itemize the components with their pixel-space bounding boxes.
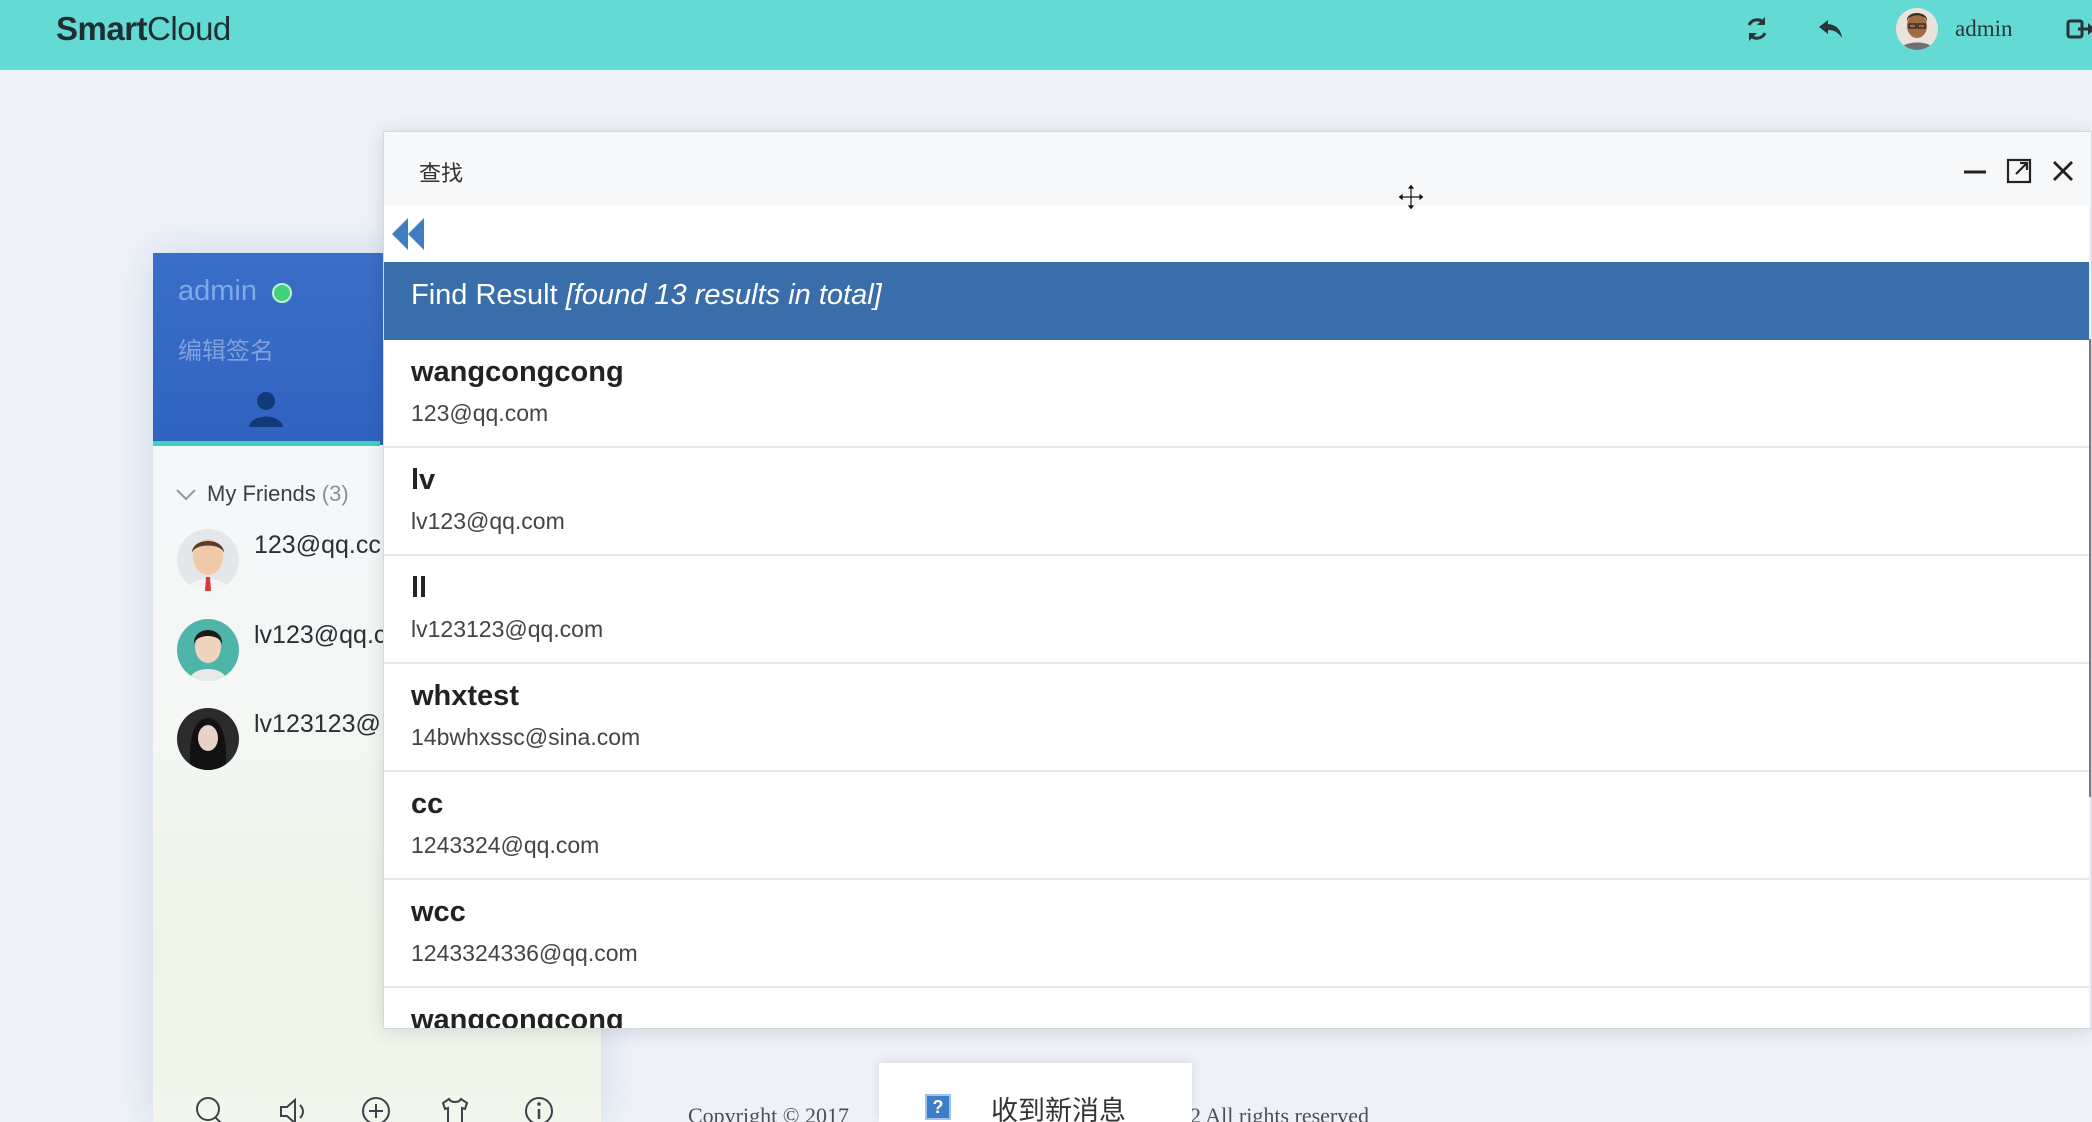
group-name: My Friends [207, 481, 316, 506]
result-name: cc [411, 788, 444, 820]
find-window: 查找 Find Result [found 13 results in tota… [383, 131, 2092, 1029]
result-name: whxtest [411, 680, 519, 712]
result-item[interactable]: wangcongcong 123@qq.com [384, 340, 2089, 448]
friend-avatar [177, 708, 239, 770]
logo-light-text: Cloud [147, 10, 231, 47]
result-email: 123@qq.com [411, 400, 549, 426]
friend-name: 123@qq.cc [254, 531, 381, 559]
result-email: 1243324336@qq.com [411, 940, 638, 966]
result-item[interactable]: whxtest 14bwhxssc@sina.com [384, 664, 2089, 772]
find-result-header: Find Result [found 13 results in total] [384, 262, 2089, 340]
find-result-list: wangcongcong 123@qq.com lv lv123@qq.com … [384, 340, 2089, 1029]
info-icon[interactable] [523, 1095, 555, 1122]
result-name: wangcongcong [411, 1004, 624, 1029]
result-email: 1243324@qq.com [411, 832, 600, 858]
panel-toolbar [153, 1095, 601, 1122]
active-tab-indicator [153, 441, 380, 446]
skin-icon[interactable] [439, 1095, 471, 1122]
logo-bold-text: Smart [56, 10, 148, 47]
friend-avatar [177, 619, 239, 681]
search-icon[interactable] [193, 1095, 225, 1122]
result-email: lv123123@qq.com [411, 616, 604, 642]
find-result-count: [found 13 results in total] [565, 279, 882, 311]
minimize-icon[interactable] [1961, 157, 1989, 185]
header-avatar[interactable] [1896, 8, 1938, 50]
result-name: lv [411, 464, 436, 496]
move-cursor-icon [1396, 182, 1426, 212]
copyright-rights-text: 2 All rights reserved [1190, 1103, 1370, 1122]
reply-icon[interactable] [1816, 14, 1846, 44]
header-username[interactable]: admin [1955, 16, 2013, 42]
result-name: wangcongcong [411, 356, 624, 388]
find-window-titlebar[interactable]: 查找 [384, 132, 2091, 211]
edit-signature[interactable]: 编辑签名 [178, 331, 274, 366]
back-double-arrow-icon[interactable] [388, 214, 428, 254]
result-item[interactable]: cc 1243324@qq.com [384, 772, 2089, 880]
app-logo[interactable]: SmartCloud [56, 10, 231, 48]
friend-name: lv123123@ [254, 710, 381, 738]
result-item[interactable]: ll lv123123@qq.com [384, 556, 2089, 664]
result-email: lv123@qq.com [411, 508, 565, 534]
new-message-toast[interactable]: ? 收到新消息 [879, 1063, 1192, 1122]
friend-avatar [177, 529, 239, 591]
result-item[interactable]: lv lv123@qq.com [384, 448, 2089, 556]
refresh-icon[interactable] [1742, 14, 1772, 44]
find-result-label: Find Result [411, 279, 558, 311]
sound-icon[interactable] [277, 1095, 309, 1122]
result-email: 14bwhxssc@sina.com [411, 724, 641, 750]
toast-text: 收到新消息 [991, 1096, 1126, 1122]
panel-username: admin [178, 275, 257, 307]
help-icon: ? [925, 1094, 951, 1120]
maximize-icon[interactable] [2005, 157, 2033, 185]
online-status-icon[interactable] [272, 283, 292, 303]
result-item[interactable]: wangcongcong [384, 988, 2089, 1029]
logout-icon[interactable] [2066, 14, 2092, 44]
add-icon[interactable] [360, 1095, 392, 1122]
result-item[interactable]: wcc 1243324336@qq.com [384, 880, 2089, 988]
close-icon[interactable] [2049, 157, 2077, 185]
copyright-text: Copyright © 2017 [688, 1103, 849, 1122]
result-name: ll [411, 572, 428, 604]
find-window-title: 查找 [419, 162, 464, 187]
group-count: (3) [321, 481, 349, 506]
result-name: wcc [411, 896, 466, 928]
friend-name: lv123@qq.c [254, 621, 387, 649]
top-header: SmartCloud admin [0, 0, 2092, 70]
chevron-down-icon [175, 483, 197, 505]
friends-tab-icon[interactable] [245, 389, 287, 429]
group-label: My Friends (3) [207, 481, 349, 507]
